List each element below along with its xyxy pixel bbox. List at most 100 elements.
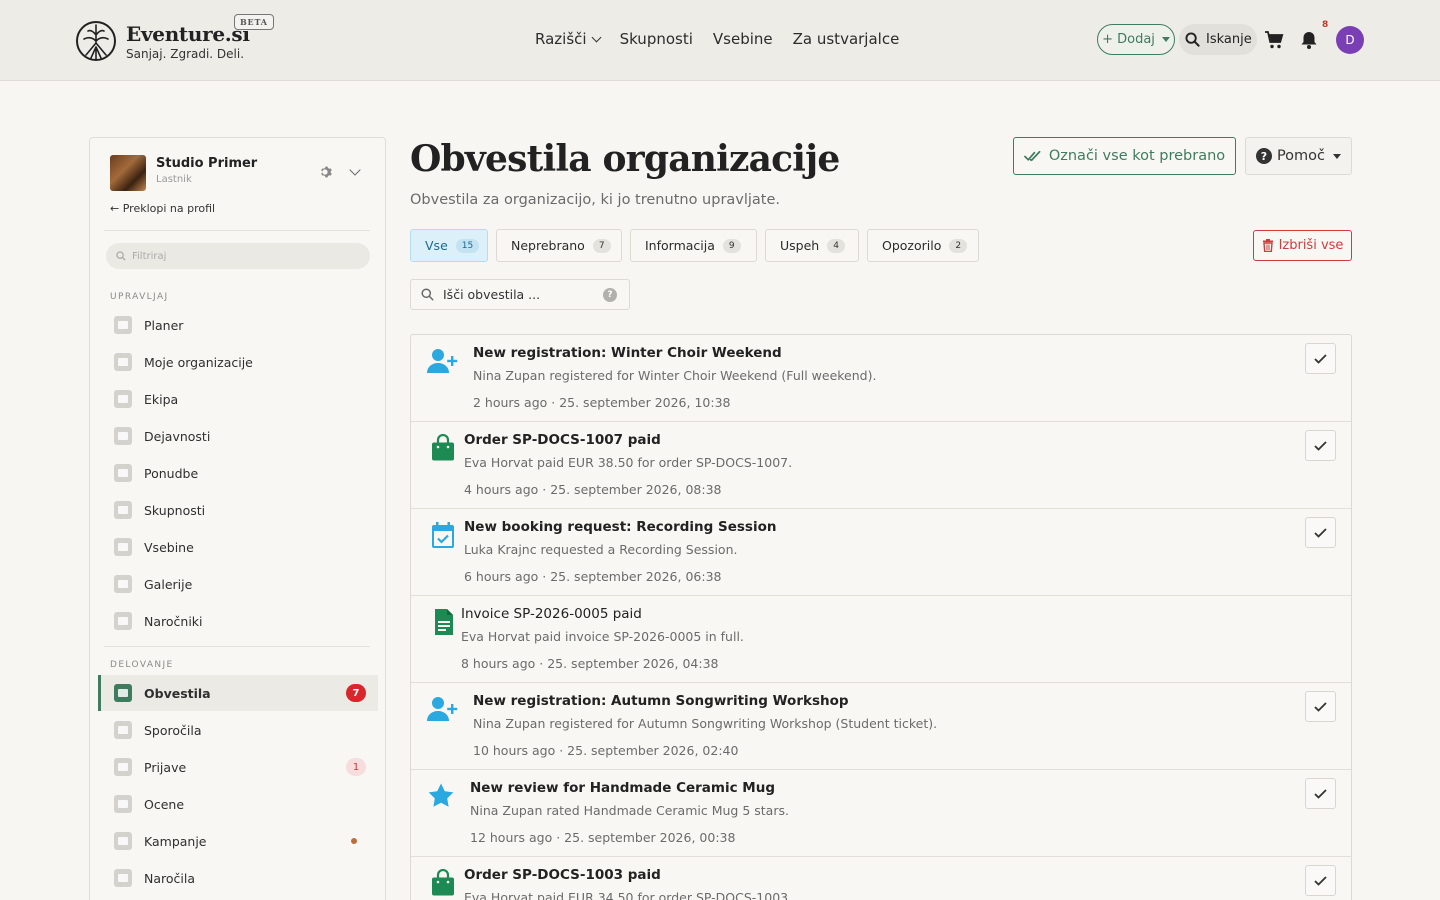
tab-count: 4	[827, 238, 845, 253]
mark-read-button[interactable]	[1305, 691, 1336, 722]
tag-icon	[114, 464, 132, 482]
calendar-icon	[114, 316, 132, 334]
mark-read-button[interactable]	[1305, 778, 1336, 809]
sidebar-item-ekipa[interactable]: Ekipa	[98, 381, 378, 417]
add-button[interactable]: + Dodaj	[1097, 24, 1175, 55]
notification-item[interactable]: Invoice SP-2026-0005 paid Eva Horvat pai…	[411, 596, 1351, 683]
check-icon	[1314, 875, 1327, 886]
sidebar-item-label: Prijave	[144, 759, 187, 775]
sidebar-item-label: Vsebine	[144, 539, 194, 555]
notification-item[interactable]: Order SP-DOCS-1007 paid Eva Horvat paid …	[411, 422, 1351, 509]
check-icon	[1314, 440, 1327, 451]
page-title: Obvestila organizacije	[410, 138, 840, 180]
sidebar-item-label: Ponudbe	[144, 465, 199, 481]
organization-name[interactable]: Studio Primer	[156, 156, 257, 171]
notification-description: Nina Zupan registered for Autumn Songwri…	[473, 716, 938, 731]
notification-title: Order SP-DOCS-1007 paid	[464, 432, 661, 448]
switch-to-profile-link[interactable]: ← Preklopi na profil	[110, 202, 215, 215]
help-button[interactable]: ? Pomoč	[1245, 137, 1352, 175]
notification-title: New review for Handmade Ceramic Mug	[470, 780, 776, 796]
sidebar-item-narocniki[interactable]: Naročniki	[98, 603, 378, 639]
tab-label: Uspeh	[780, 238, 820, 253]
notification-title: Order SP-DOCS-1003 paid	[464, 867, 661, 883]
mark-read-button[interactable]	[1305, 517, 1336, 548]
star-icon	[428, 783, 454, 807]
mark-read-button[interactable]	[1305, 430, 1336, 461]
tab-label: Informacija	[645, 238, 715, 253]
tab-label: Neprebrano	[511, 238, 585, 253]
search-button[interactable]: Iskanje	[1179, 24, 1257, 55]
sidebar-item-obvestila[interactable]: Obvestila 7	[98, 675, 378, 711]
user-avatar[interactable]: D	[1336, 26, 1364, 54]
chevron-down-icon[interactable]	[349, 164, 361, 176]
sidebar-filter-input[interactable]: Filtriraj	[106, 243, 370, 269]
notification-item[interactable]: Order SP-DOCS-1003 paid Eva Horvat paid …	[411, 857, 1351, 900]
notification-count-badge: 8	[1322, 20, 1329, 30]
brand-name[interactable]: Eventure.si	[126, 22, 250, 46]
notification-search-input[interactable]: Išči obvestila ... ?	[410, 279, 630, 310]
notification-item[interactable]: New registration: Autumn Songwriting Wor…	[411, 683, 1351, 770]
mark-read-button[interactable]	[1305, 865, 1336, 896]
nav-item-za-ustvarjalce[interactable]: Za ustvarjalce	[793, 30, 900, 48]
sidebar-item-ponudbe[interactable]: Ponudbe	[98, 455, 378, 491]
nav-item-skupnosti[interactable]: Skupnosti	[620, 30, 693, 48]
sidebar-item-kampanje[interactable]: Kampanje	[98, 823, 378, 859]
section-heading-upravljaj: UPRAVLJAJ	[110, 292, 169, 302]
sidebar-item-narocila[interactable]: Naročila	[98, 860, 378, 896]
nav-item-vsebine[interactable]: Vsebine	[713, 30, 773, 48]
star-icon	[114, 795, 132, 813]
count-badge: 1	[346, 758, 366, 776]
tab-uspeh[interactable]: Uspeh 4	[765, 229, 859, 262]
sidebar-item-galerije[interactable]: Galerije	[98, 566, 378, 602]
sidebar-item-label: Naročniki	[144, 613, 203, 629]
team-icon	[114, 390, 132, 408]
sidebar-item-prijave[interactable]: Prijave 1	[98, 749, 378, 785]
tab-informacija[interactable]: Informacija 9	[630, 229, 757, 262]
notification-item[interactable]: New review for Handmade Ceramic Mug Nina…	[411, 770, 1351, 857]
mark-all-read-button[interactable]: Označi vse kot prebrano	[1013, 137, 1236, 175]
sidebar-item-label: Sporočila	[144, 722, 202, 738]
tab-opozorilo[interactable]: Opozorilo 2	[867, 229, 979, 262]
mail-icon	[114, 721, 132, 739]
sidebar-item-vsebine[interactable]: Vsebine	[98, 529, 378, 565]
notification-item[interactable]: New registration: Winter Choir Weekend N…	[411, 335, 1351, 422]
bell-icon	[114, 684, 132, 702]
notification-title: New registration: Autumn Songwriting Wor…	[473, 693, 849, 709]
sidebar-item-dejavnosti[interactable]: Dejavnosti	[98, 418, 378, 454]
mark-read-button[interactable]	[1305, 343, 1336, 374]
delete-all-button[interactable]: Izbriši vse	[1253, 230, 1352, 261]
notification-description: Nina Zupan rated Handmade Ceramic Mug 5 …	[470, 803, 789, 818]
sidebar-item-ocene[interactable]: Ocene	[98, 786, 378, 822]
sidebar-item-label: Kampanje	[144, 833, 207, 849]
notification-title: New booking request: Recording Session	[464, 519, 777, 535]
shopping-bag-icon	[432, 434, 454, 461]
megaphone-icon	[114, 832, 132, 850]
question-icon: ?	[1255, 148, 1272, 164]
bell-icon[interactable]	[1299, 30, 1319, 50]
sidebar-item-label: Ocene	[144, 796, 185, 812]
tree-logo-icon[interactable]	[74, 19, 118, 63]
top-navigation-bar: Eventure.si BETA Sanjaj. Zgradi. Deli. R…	[0, 0, 1440, 81]
nav-item-razisci[interactable]: Razišči	[535, 30, 602, 48]
sidebar-item-sporocila[interactable]: Sporočila	[98, 712, 378, 748]
subscribers-icon	[114, 612, 132, 630]
sidebar-item-label: Galerije	[144, 576, 193, 592]
sidebar-item-moje-organizacije[interactable]: Moje organizacije	[98, 344, 378, 380]
sidebar-item-skupnosti[interactable]: Skupnosti	[98, 492, 378, 528]
notification-timestamp: 2 hours ago · 25. september 2026, 10:38	[473, 395, 731, 410]
tab-count: 15	[455, 238, 480, 253]
help-icon[interactable]: ?	[603, 288, 617, 302]
search-icon	[421, 288, 434, 301]
cart-icon[interactable]	[1264, 30, 1284, 50]
gear-icon[interactable]	[318, 165, 332, 179]
tab-neprebrano[interactable]: Neprebrano 7	[496, 229, 622, 262]
invoice-icon	[435, 609, 453, 635]
notification-timestamp: 12 hours ago · 25. september 2026, 00:38	[470, 830, 736, 845]
sidebar-item-planer[interactable]: Planer	[98, 307, 378, 343]
sidebar-item-label: Obvestila	[144, 685, 211, 701]
sidebar: Studio Primer Lastnik ← Preklopi na prof…	[89, 137, 386, 900]
building-icon	[114, 353, 132, 371]
section-heading-delovanje: DELOVANJE	[110, 660, 174, 670]
tab-vse[interactable]: Vse 15	[410, 229, 488, 262]
notification-item[interactable]: New booking request: Recording Session L…	[411, 509, 1351, 596]
